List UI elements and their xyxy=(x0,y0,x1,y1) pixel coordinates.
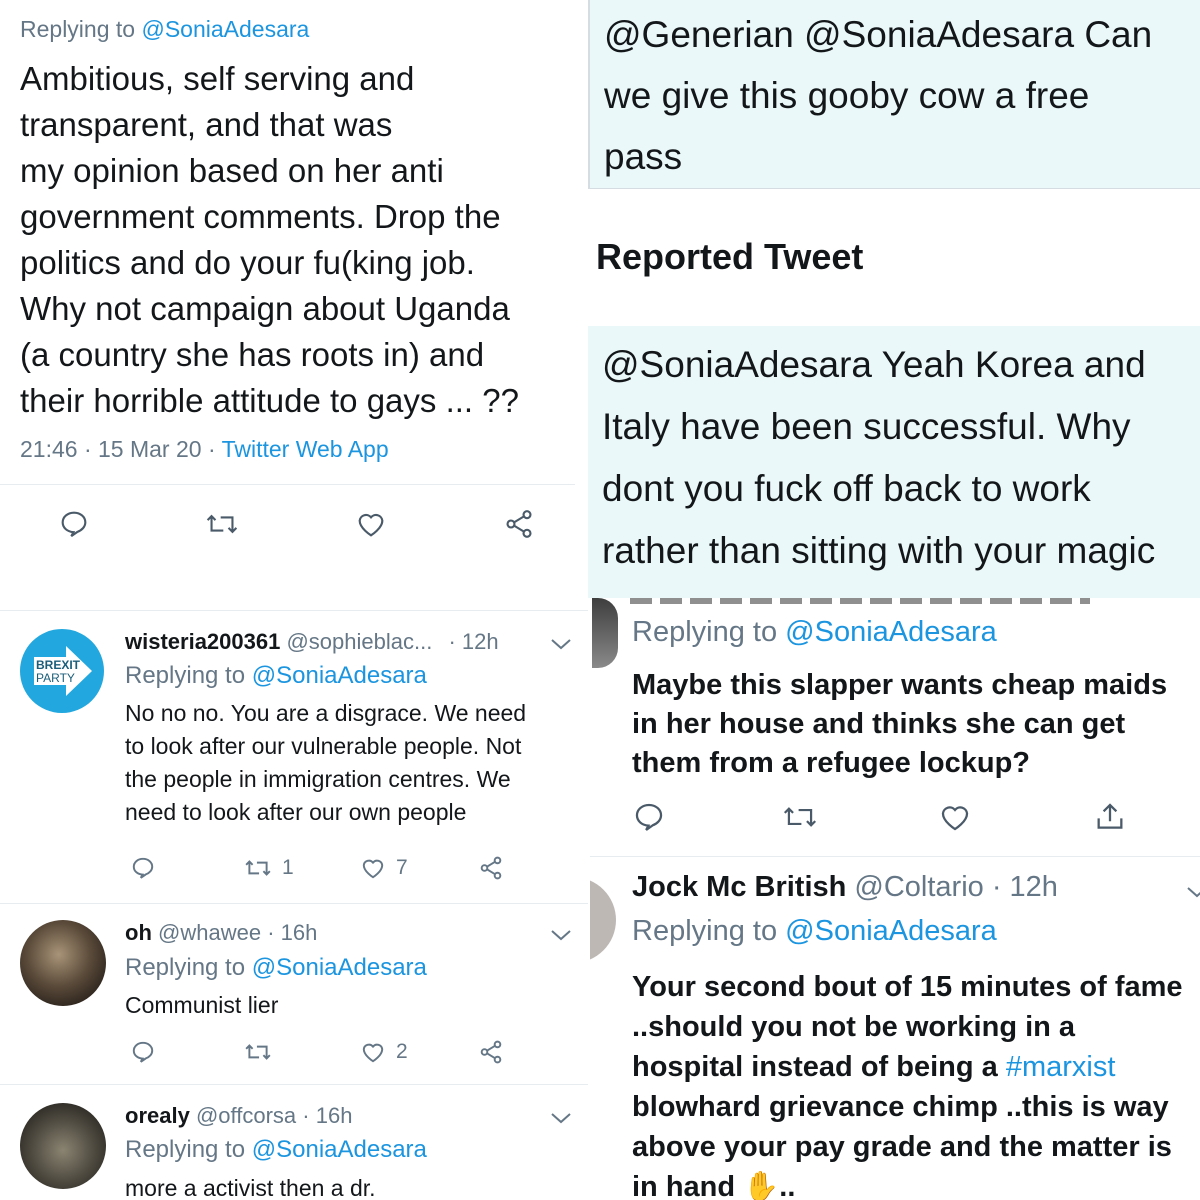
reported-tweet: @SoniaAdesara Yeah Korea and Italy have … xyxy=(588,326,1200,598)
replying-to-link[interactable]: @SoniaAdesara xyxy=(785,616,997,648)
tweet-meta: 21:46 · 15 Mar 20 · Twitter Web App xyxy=(20,436,389,462)
share-icon[interactable] xyxy=(478,1039,504,1070)
reply-icon[interactable] xyxy=(130,1039,156,1070)
top-left-tweet: Replying to @SoniaAdesara Ambitious, sel… xyxy=(0,0,588,590)
like-icon xyxy=(362,1043,384,1063)
like-icon[interactable] xyxy=(355,508,387,545)
tweet-header: orealy @offcorsa · 16h xyxy=(125,1103,353,1128)
avatar-cropped xyxy=(592,598,618,668)
client-link[interactable]: Twitter Web App xyxy=(222,436,389,462)
display-name[interactable]: oh xyxy=(125,920,152,945)
like-icon[interactable] xyxy=(938,800,972,839)
avatar[interactable] xyxy=(20,920,106,1006)
chevron-down-icon[interactable] xyxy=(550,928,572,942)
replying-to: Replying to @SoniaAdesara xyxy=(632,616,997,648)
avatar[interactable]: BREXIT PARTY xyxy=(20,629,104,713)
share-icon[interactable] xyxy=(503,508,535,545)
share-icon[interactable] xyxy=(478,855,504,886)
timestamp[interactable]: · 16h xyxy=(267,920,317,945)
reply-icon[interactable] xyxy=(58,508,90,545)
like-count: 2 xyxy=(396,1040,408,1063)
replying-to: Replying to @SoniaAdesara xyxy=(125,954,427,981)
replying-to: Replying to @SoniaAdesara xyxy=(125,1136,427,1163)
replying-to-link[interactable]: @SoniaAdesara xyxy=(252,1136,427,1163)
replying-to: Replying to @SoniaAdesara xyxy=(632,915,997,947)
share-upload-icon[interactable] xyxy=(1093,800,1127,839)
reply-icon[interactable] xyxy=(632,800,666,839)
replying-to-link[interactable]: @SoniaAdesara xyxy=(252,954,427,981)
replying-to-link[interactable]: @SoniaAdesara xyxy=(252,662,427,689)
like-button[interactable]: 7 xyxy=(360,855,408,881)
cropped-header xyxy=(630,598,1090,604)
replying-to-link[interactable]: @SoniaAdesara xyxy=(141,16,309,42)
like-button[interactable]: 2 xyxy=(360,1039,408,1065)
reported-heading: Reported Tweet xyxy=(596,236,864,277)
tweet-header: Jock Mc British @Coltario · 12h xyxy=(632,871,1058,903)
raised-hand-emoji-icon: ✋ xyxy=(743,1171,780,1200)
retweet-icon[interactable] xyxy=(244,1039,272,1070)
tweet-wisteria[interactable]: BREXIT PARTY wisteria200361 @sophieblac.… xyxy=(0,611,588,903)
avatar[interactable] xyxy=(20,1103,106,1189)
chevron-down-icon[interactable] xyxy=(550,637,572,651)
tweet-text: more a activist then a dr. xyxy=(125,1175,376,1200)
replying-to: Replying to @SoniaAdesara xyxy=(20,16,310,42)
tweet-text: Maybe this slapper wants cheap maids in … xyxy=(632,669,1168,779)
retweet-icon[interactable] xyxy=(782,800,818,839)
divider xyxy=(0,484,575,485)
tweet-text: Your second bout of 15 minutes of fame .… xyxy=(632,967,1183,1200)
replying-to-link[interactable]: @SoniaAdesara xyxy=(785,915,997,947)
hashtag-link[interactable]: #marxist xyxy=(1006,1051,1116,1083)
tweet-header: oh @whawee · 16h xyxy=(125,920,318,945)
tweet-text: Ambitious, self serving and transparent,… xyxy=(20,60,519,419)
display-name[interactable]: orealy xyxy=(125,1103,190,1128)
replying-to: Replying to @SoniaAdesara xyxy=(125,662,427,689)
reply-icon[interactable] xyxy=(130,855,156,886)
timestamp[interactable]: · 12h xyxy=(448,629,498,654)
quoted-tweet: @Generian @SoniaAdesara Can we give this… xyxy=(588,0,1200,189)
tweet-oh[interactable]: oh @whawee · 16h Replying to @SoniaAdesa… xyxy=(0,904,588,1084)
like-icon xyxy=(362,859,384,879)
retweet-icon[interactable] xyxy=(205,508,239,545)
chevron-down-icon[interactable] xyxy=(1186,885,1200,899)
display-name[interactable]: Jock Mc British xyxy=(632,871,846,903)
tweet-text: No no no. You are a disgrace. We need to… xyxy=(125,700,527,825)
like-count: 7 xyxy=(396,856,408,879)
display-name[interactable]: wisteria200361 xyxy=(125,629,280,654)
timestamp[interactable]: · 16h xyxy=(302,1103,352,1128)
bottom-left-feed: BREXIT PARTY wisteria200361 @sophieblac.… xyxy=(0,598,588,1200)
retweet-icon xyxy=(245,860,271,876)
bottom-right-feed: Replying to @SoniaAdesara Maybe this sla… xyxy=(590,598,1200,1200)
top-right-report: @Generian @SoniaAdesara Can we give this… xyxy=(588,0,1200,598)
reported-tweet-text: @SoniaAdesara Yeah Korea and Italy have … xyxy=(602,344,1156,571)
tweet-text: Communist lier xyxy=(125,992,279,1018)
chevron-down-icon[interactable] xyxy=(550,1111,572,1125)
quoted-tweet-text: @Generian @SoniaAdesara Can we give this… xyxy=(604,14,1153,177)
tweet-header: wisteria200361 @sophieblac... · 12h xyxy=(125,629,499,654)
tweet-jock[interactable]: Jock Mc British @Coltario · 12h Replying… xyxy=(590,857,1200,1200)
avatar[interactable] xyxy=(590,877,616,963)
tweet-orealy[interactable]: orealy @offcorsa · 16h Replying to @Soni… xyxy=(0,1085,588,1200)
retweet-button[interactable]: 1 xyxy=(244,855,294,881)
retweet-count: 1 xyxy=(282,856,294,879)
